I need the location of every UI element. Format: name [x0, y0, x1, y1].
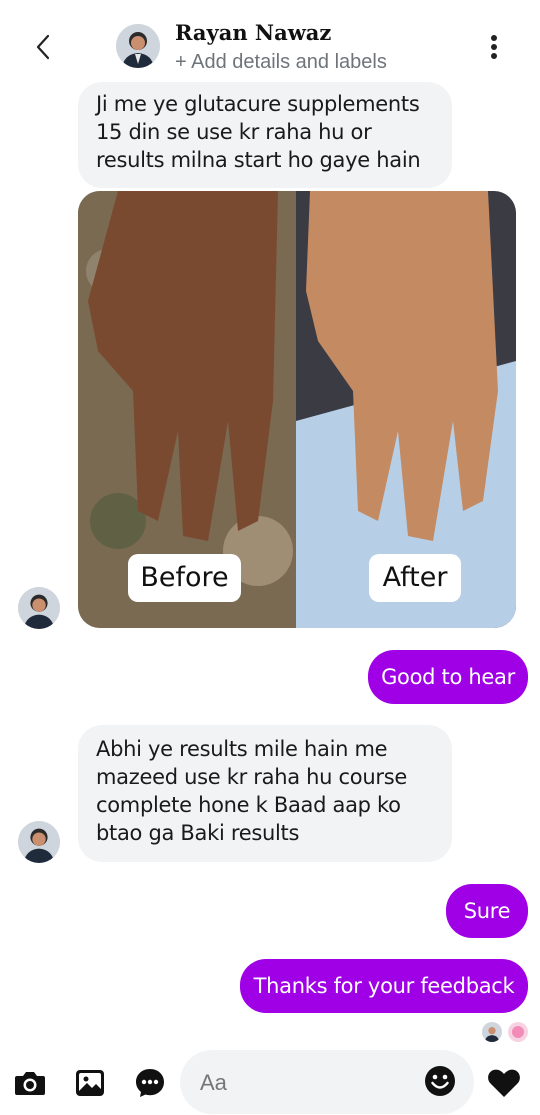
- after-label: After: [369, 554, 461, 602]
- incoming-message[interactable]: Ji me ye glutacure supplements 15 din se…: [78, 82, 452, 188]
- chat-bubble-icon: [136, 1069, 164, 1097]
- before-label: Before: [128, 554, 241, 602]
- message-input[interactable]: [198, 1064, 422, 1102]
- chevron-left-icon: [36, 34, 50, 60]
- avatar-photo: [18, 821, 60, 863]
- back-button[interactable]: [28, 30, 58, 64]
- vertical-dots-icon: [491, 35, 497, 59]
- contact-avatar[interactable]: [116, 24, 160, 68]
- message-composer: [0, 1046, 540, 1115]
- heart-button[interactable]: [487, 1068, 521, 1100]
- emoji-button[interactable]: [424, 1065, 458, 1099]
- gallery-button[interactable]: [73, 1066, 107, 1100]
- chat-header: Rayan Nawaz + Add details and labels: [0, 0, 540, 92]
- sender-avatar[interactable]: [18, 821, 60, 863]
- incoming-message[interactable]: Abhi ye results mile hain me mazeed use …: [78, 725, 452, 862]
- sticker-icon: [512, 1026, 524, 1038]
- outgoing-message[interactable]: Sure: [446, 884, 528, 938]
- gallery-icon: [76, 1070, 104, 1096]
- contact-name[interactable]: Rayan Nawaz: [175, 20, 331, 45]
- camera-icon: [15, 1072, 45, 1095]
- sender-avatar[interactable]: [18, 587, 60, 629]
- avatar-photo: [482, 1022, 502, 1042]
- message-input-box[interactable]: [180, 1050, 474, 1114]
- chat-options-button[interactable]: [133, 1066, 167, 1100]
- avatar-photo: [116, 24, 160, 68]
- more-options-button[interactable]: [480, 30, 508, 64]
- avatar-photo: [18, 587, 60, 629]
- outgoing-message[interactable]: Good to hear: [368, 650, 528, 704]
- add-details-link[interactable]: + Add details and labels: [175, 51, 387, 74]
- emoji-icon: [425, 1066, 455, 1096]
- heart-icon: [488, 1069, 520, 1097]
- seen-avatar: [482, 1022, 502, 1042]
- camera-button[interactable]: [13, 1066, 47, 1100]
- photo-message[interactable]: Before After: [78, 191, 516, 628]
- seen-sticker-avatar: [508, 1022, 528, 1042]
- outgoing-message[interactable]: Thanks for your feedback: [240, 959, 528, 1013]
